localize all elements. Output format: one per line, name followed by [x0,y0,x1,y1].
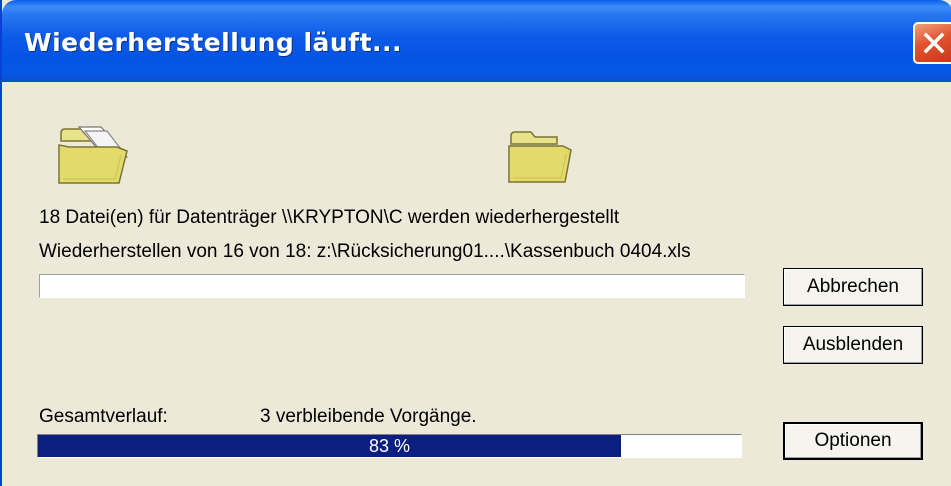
status-line-files: 18 Datei(en) für Datenträger \\KRYPTON\C… [39,207,620,228]
title-bar[interactable]: Wiederherstellung läuft... [2,0,951,82]
restore-progress-dialog: Wiederherstellung läuft... 18 Datei(en) … [0,0,951,486]
window-title: Wiederherstellung läuft... [24,28,403,57]
status-line-current-file: Wiederherstellen von 16 von 18: z:\Rücks… [39,241,691,262]
folder-icon [508,131,572,183]
close-button[interactable] [913,22,951,64]
cancel-button[interactable]: Abbrechen [783,268,923,306]
hide-button[interactable]: Ausblenden [783,326,923,364]
folder-with-documents-icon [58,126,129,184]
close-icon [923,32,945,54]
current-file-progress-bar [39,274,745,298]
total-progress-label: Gesamtverlauf: [39,406,168,427]
options-button[interactable]: Optionen [783,422,923,460]
total-progress-bar: 83 % [37,434,742,458]
total-progress-percent: 83 % [368,436,411,456]
remaining-operations-text: 3 verbleibende Vorgänge. [260,406,477,427]
